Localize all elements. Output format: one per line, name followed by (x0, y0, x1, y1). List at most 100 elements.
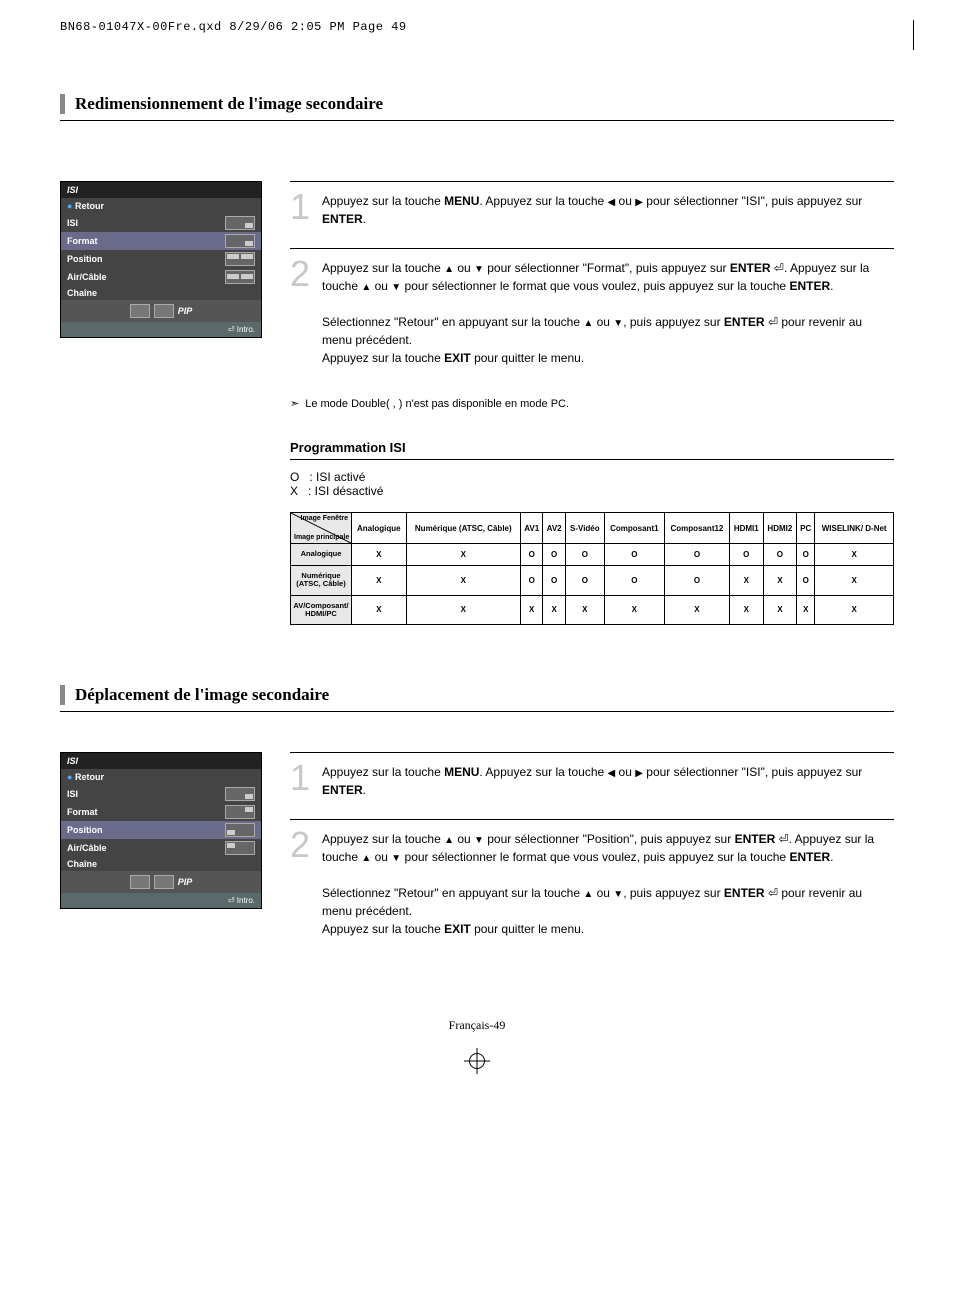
osd-item-label: ISI (67, 218, 221, 228)
osd-item-selected: Position (61, 821, 261, 839)
key-menu: MENU (444, 194, 479, 208)
t: ou (615, 194, 635, 208)
osd-item: Chaîne (61, 857, 261, 871)
t: pour sélectionner le format que vous vou… (401, 850, 789, 864)
legend-x: : ISI désactivé (308, 484, 383, 498)
t: Sélectionnez "Retour" en appuyant sur la… (322, 886, 583, 900)
cell: O (543, 544, 565, 566)
t: pour sélectionner "Format", puis appuyez… (484, 261, 730, 275)
down-arrow-icon: ▼ (391, 851, 401, 866)
cell: X (729, 595, 763, 625)
up-arrow-icon: ▲ (583, 316, 593, 331)
key-enter: ENTER (724, 315, 765, 329)
t: . (363, 212, 366, 226)
key-exit: EXIT (444, 351, 471, 365)
osd-return-label: Retour (75, 201, 104, 211)
cell: O (565, 566, 604, 596)
t: Appuyez sur la touche (322, 832, 444, 846)
enter-icon: ⏎ (774, 261, 784, 275)
row-h: AV/Composant/ HDMI/PC (291, 595, 352, 625)
key-menu: MENU (444, 765, 479, 779)
col-h: PC (797, 513, 815, 544)
osd-item-label: Format (67, 807, 221, 817)
osd-intro-label: Intro. (237, 325, 255, 334)
t: pour sélectionner "Position", puis appuy… (484, 832, 735, 846)
cell: O (543, 566, 565, 596)
osd-item: Air/Câble (61, 268, 261, 286)
step-number: 2 (290, 253, 310, 295)
cell: X (664, 595, 729, 625)
osd-pip-label: PIP (178, 306, 193, 316)
t: . Appuyez sur la touche (479, 194, 607, 208)
osd-item-label: Air/Câble (67, 843, 221, 853)
osd-item: Position (61, 250, 261, 268)
step-1: 1 Appuyez sur la touche MENU. Appuyez su… (290, 181, 894, 248)
t: pour sélectionner "ISI", puis appuyez su… (643, 765, 862, 779)
cell: O (565, 544, 604, 566)
osd-pip-bar: PIP (61, 300, 261, 322)
col-h: WISELINK/ D-Net (815, 513, 894, 544)
col-h: Composant12 (664, 513, 729, 544)
t: Appuyez sur la touche (322, 765, 444, 779)
up-arrow-icon: ▲ (444, 833, 454, 848)
cell: X (406, 544, 520, 566)
col-h: HDMI1 (729, 513, 763, 544)
right-arrow-icon: ▶ (635, 766, 643, 781)
legend-o: : ISI activé (309, 470, 365, 484)
osd-item: ISI (61, 785, 261, 803)
osd-return-label: Retour (75, 772, 104, 782)
osd-header: ISI (61, 182, 261, 198)
cell: O (520, 544, 542, 566)
col-h: S-Vidéo (565, 513, 604, 544)
cell: O (763, 544, 797, 566)
osd-item-label: Air/Câble (67, 272, 221, 282)
cell: X (565, 595, 604, 625)
rule (60, 711, 894, 712)
rule (60, 120, 894, 121)
step-number: 1 (290, 757, 310, 799)
page-footer: Français-49 (60, 1018, 894, 1033)
down-arrow-icon: ▼ (474, 262, 484, 277)
osd-return: ● Retour (61, 198, 261, 214)
t: ou (593, 315, 613, 329)
up-arrow-icon: ▲ (583, 887, 593, 902)
rule (290, 459, 894, 460)
osd-pip-label: PIP (178, 877, 193, 887)
osd-footer: ⏎ Intro. (61, 322, 261, 337)
t: pour sélectionner "ISI", puis appuyez su… (643, 194, 862, 208)
enter-icon: ⏎ (768, 315, 778, 329)
down-arrow-icon: ▼ (474, 833, 484, 848)
col-h: Composant1 (604, 513, 664, 544)
file-header: BN68-01047X-00Fre.qxd 8/29/06 2:05 PM Pa… (60, 20, 894, 34)
diag-header: Image Fenêtre Image principale (291, 513, 352, 544)
diag-bot: Image principale (294, 534, 349, 541)
osd-item-label: Chaîne (67, 859, 255, 869)
col-h: HDMI2 (763, 513, 797, 544)
t: pour sélectionner le format que vous vou… (401, 279, 789, 293)
note: ➣Le mode Double( , ) n'est pas disponibl… (290, 397, 894, 410)
t: ou (371, 279, 391, 293)
osd-return: ● Retour (61, 769, 261, 785)
osd-intro-label: Intro. (237, 896, 255, 905)
cell: O (604, 566, 664, 596)
up-arrow-icon: ▲ (361, 851, 371, 866)
prog-title: Programmation ISI (290, 440, 894, 455)
cell: O (664, 566, 729, 596)
t: ou (454, 261, 474, 275)
t: pour quitter le menu. (471, 922, 584, 936)
key-enter: ENTER (735, 832, 776, 846)
t: , puis appuyez sur (623, 886, 724, 900)
step-number: 1 (290, 186, 310, 228)
crop-mark (913, 20, 914, 50)
up-arrow-icon: ▲ (444, 262, 454, 277)
osd-item-label: Position (67, 254, 221, 264)
cell: O (664, 544, 729, 566)
cell: O (797, 566, 815, 596)
osd-item: Air/Câble (61, 839, 261, 857)
osd-screenshot-2: ISI ● Retour ISI Format Position Air/Câb… (60, 752, 260, 958)
t: ou (615, 765, 635, 779)
enter-icon: ⏎ (779, 832, 789, 846)
osd-item-label: Format (67, 236, 221, 246)
section2-title: Déplacement de l'image secondaire (60, 685, 894, 705)
down-arrow-icon: ▼ (613, 316, 623, 331)
